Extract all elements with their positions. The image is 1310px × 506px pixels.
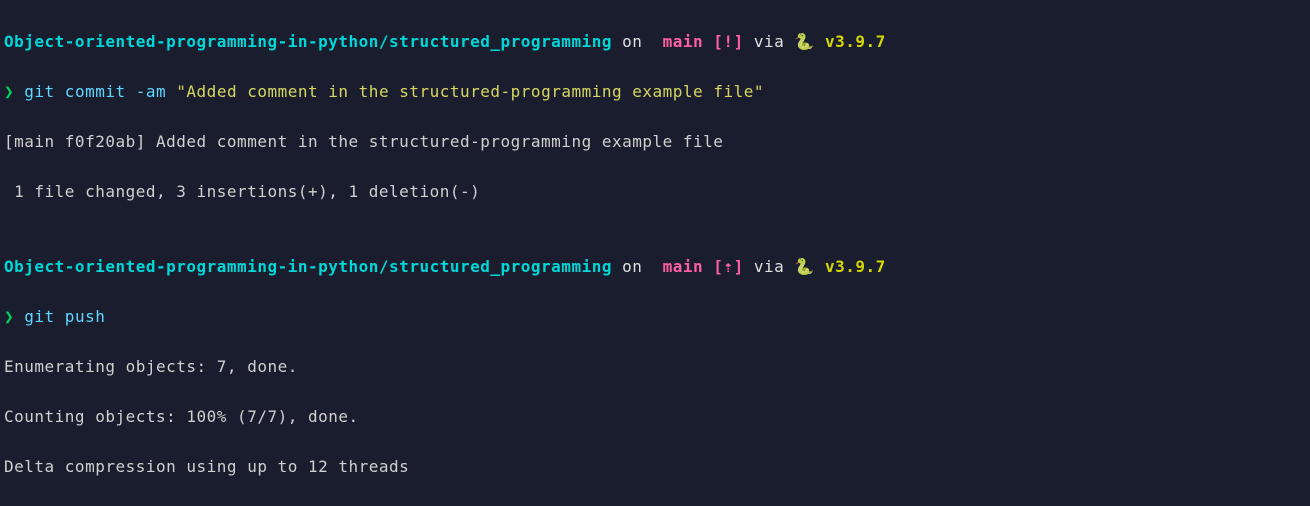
command-line-1: ❯ git commit -am "Added comment in the s…: [4, 79, 1306, 104]
flag: -am: [126, 82, 177, 101]
prompt-char: ❯: [4, 82, 24, 101]
subcommand: push: [55, 307, 106, 326]
on-text: on: [612, 32, 653, 51]
commit-message: "Added comment in the structured-program…: [176, 82, 764, 101]
python-icon: 🐍: [794, 32, 825, 51]
via-text: via: [744, 257, 795, 276]
command: git: [24, 307, 54, 326]
python-icon: 🐍: [794, 257, 825, 276]
prompt-char: ❯: [4, 307, 24, 326]
output-line: Counting objects: 100% (7/7), done.: [4, 404, 1306, 429]
output-line: Delta compression using up to 12 threads: [4, 454, 1306, 479]
terminal-output[interactable]: Object-oriented-programming-in-python/st…: [0, 0, 1310, 506]
cwd-path: Object-oriented-programming-in-python/st…: [4, 32, 612, 51]
command-line-2: ❯ git push: [4, 304, 1306, 329]
output-line: [main f0f20ab] Added comment in the stru…: [4, 129, 1306, 154]
command: git: [24, 82, 54, 101]
cwd-path: Object-oriented-programming-in-python/st…: [4, 257, 612, 276]
on-text: on: [612, 257, 653, 276]
output-line: 1 file changed, 3 insertions(+), 1 delet…: [4, 179, 1306, 204]
git-status: [!]: [713, 32, 743, 51]
via-text: via: [744, 32, 795, 51]
prompt-line-1: Object-oriented-programming-in-python/st…: [4, 29, 1306, 54]
git-branch: main: [653, 257, 714, 276]
prompt-line-2: Object-oriented-programming-in-python/st…: [4, 254, 1306, 279]
python-version: v3.9.7: [825, 257, 886, 276]
git-branch: main: [653, 32, 714, 51]
output-line: Enumerating objects: 7, done.: [4, 354, 1306, 379]
git-status: [⇡]: [713, 257, 743, 276]
python-version: v3.9.7: [825, 32, 886, 51]
subcommand: commit: [55, 82, 126, 101]
